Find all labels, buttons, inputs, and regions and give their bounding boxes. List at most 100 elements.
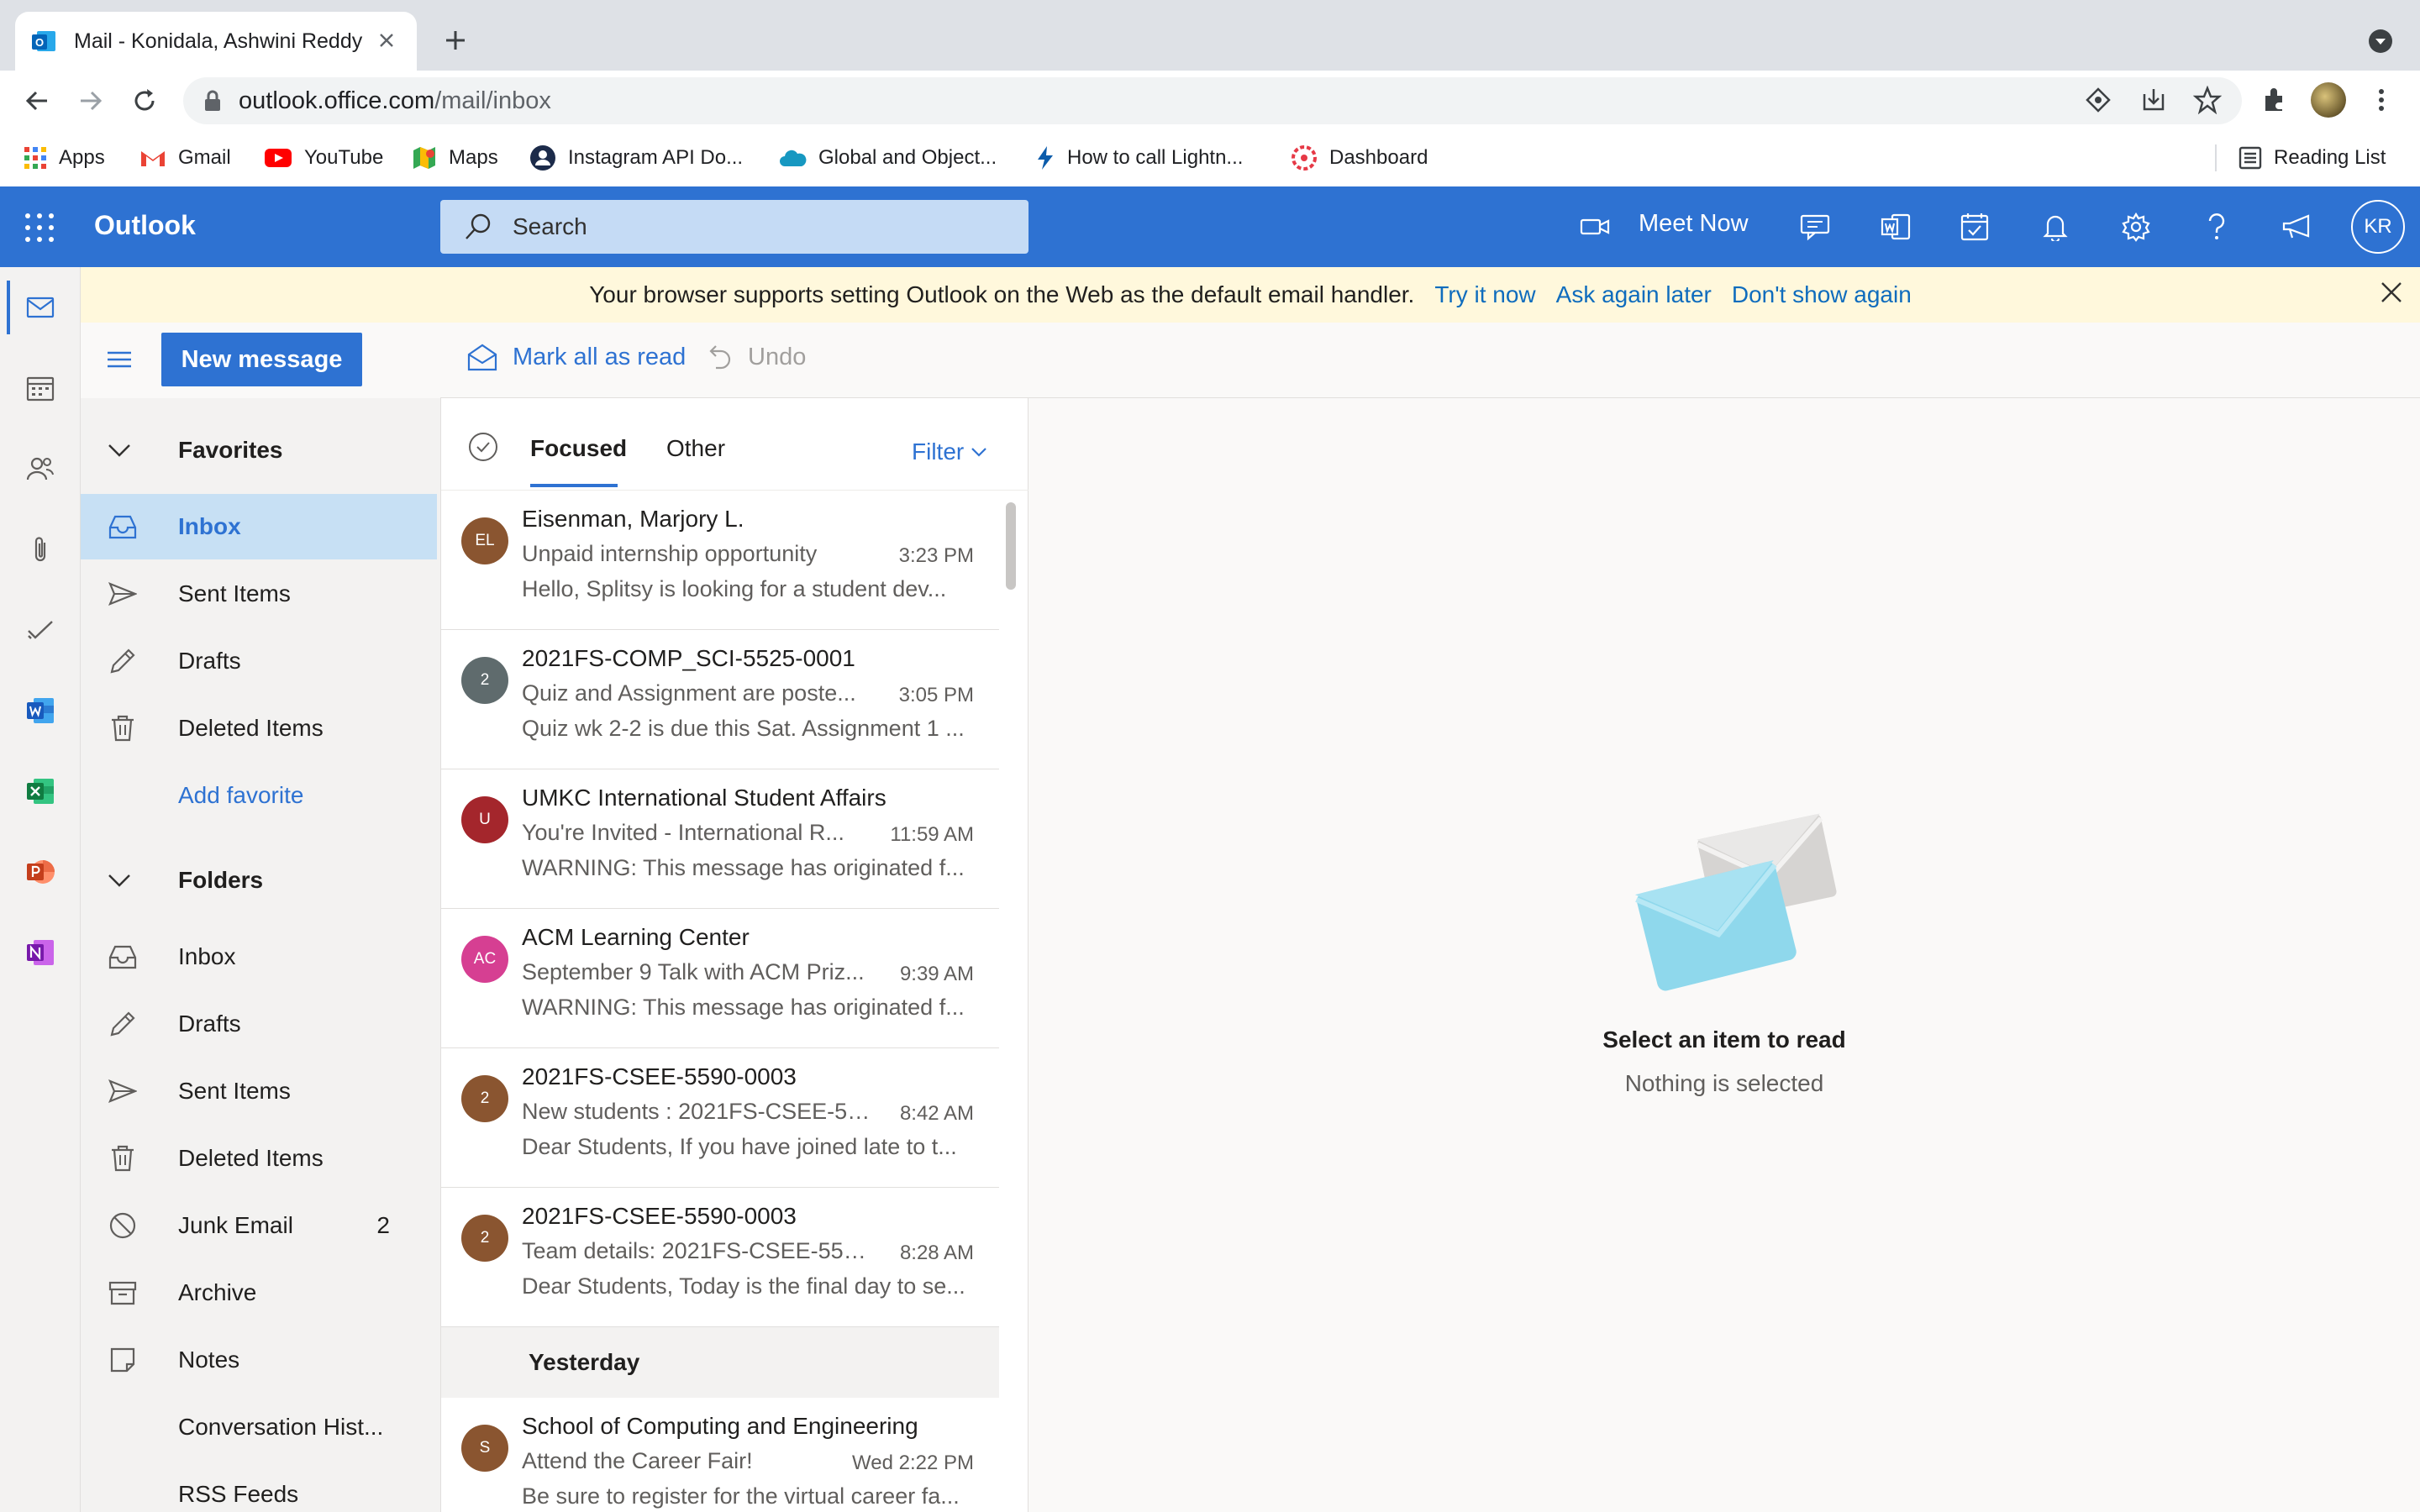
message-sender: UMKC International Student Affairs [522,785,886,811]
settings-gear-icon[interactable] [2116,207,2156,247]
help-icon[interactable] [2196,207,2237,247]
add-favorite-label: Add favorite [178,782,304,808]
folder-rss-feeds[interactable]: RSS Feeds [81,1462,437,1512]
bookmark-label: Apps [59,146,105,169]
folder-sent-items[interactable]: Sent Items [81,1058,437,1124]
favorite-sent-items[interactable]: Sent Items [81,561,437,627]
app-name[interactable]: Outlook [94,210,196,241]
list-item[interactable]: U UMKC International Student Affairs You… [441,769,999,909]
bookmark-maps[interactable]: Maps [412,141,498,175]
my-day-icon[interactable] [1954,207,1995,247]
folder-notes[interactable]: Notes [81,1327,437,1393]
envelope-open-icon [467,343,497,371]
browser-tab[interactable]: O Mail - Konidala, Ashwini Reddy [15,12,417,71]
files-paperclip-icon[interactable] [20,529,60,570]
folder-archive[interactable]: Archive [81,1260,437,1326]
bookmark-label: Global and Object... [818,146,997,169]
todo-check-icon[interactable] [20,610,60,650]
extensions-icon[interactable] [2260,86,2289,114]
favorites-heading[interactable]: Favorites [81,425,437,475]
teams-chat-icon[interactable] [1795,207,1835,247]
tab-other[interactable]: Other [666,435,725,462]
meet-now-icon[interactable] [1575,207,1615,247]
select-all-check-icon[interactable] [468,432,498,462]
tab-focused[interactable]: Focused [530,435,627,462]
bookmark-youtube[interactable]: YouTube [264,141,383,175]
reload-icon[interactable] [128,84,161,118]
list-item[interactable]: 2 2021FS-CSEE-5590-0003 Team details: 20… [441,1188,999,1327]
search-placeholder: Search [513,213,587,239]
folder-deleted-items[interactable]: Deleted Items [81,1126,437,1191]
folder-inbox[interactable]: Inbox [81,924,437,990]
inbox-pivots: Focused Other Filter [441,398,1029,491]
favorite-inbox[interactable]: Inbox [81,494,437,559]
install-icon[interactable] [2084,86,2112,114]
blocked-icon [106,1209,139,1242]
mark-all-read-button[interactable]: Mark all as read [467,343,686,371]
list-item[interactable]: 2 2021FS-COMP_SCI-5525-0001 Quiz and Ass… [441,630,999,769]
dashboard-icon [1291,144,1318,171]
list-item[interactable]: AC ACM Learning Center September 9 Talk … [441,909,999,1048]
powerpoint-app-icon[interactable] [20,852,60,892]
bookmark-global-object[interactable]: Global and Object... [778,141,997,175]
message-sender: Eisenman, Marjory L. [522,506,744,532]
dont-show-again-link[interactable]: Don't show again [1732,281,1912,308]
tab-close-icon[interactable] [375,29,398,52]
forward-icon[interactable] [74,84,108,118]
address-bar[interactable]: outlook.office.com/mail/inbox [183,77,2242,124]
folder-conversation-history[interactable]: Conversation Hist... [81,1394,437,1460]
collapse-nav-icon[interactable] [106,348,133,371]
reading-list-button[interactable]: Reading List [2238,141,2386,175]
profile-avatar[interactable] [2311,82,2346,118]
folders-heading[interactable]: Folders [81,855,437,906]
feedback-megaphone-icon[interactable] [2277,207,2317,247]
word-app-icon[interactable] [20,690,60,731]
add-favorite-link[interactable]: Add favorite [81,763,437,828]
new-tab-button[interactable] [439,24,472,57]
office-word-icon[interactable] [1876,207,1916,247]
new-message-button[interactable]: New message [161,333,362,386]
app-launcher-icon[interactable] [24,212,55,244]
bookmark-gmail[interactable]: Gmail [139,141,231,175]
favorite-deleted-items[interactable]: Deleted Items [81,696,437,761]
folder-junk-email[interactable]: Junk Email 2 [81,1193,437,1258]
bookmark-instagram-api[interactable]: Instagram API Do... [529,141,743,175]
list-item[interactable]: S School of Computing and Engineering At… [441,1398,999,1512]
banner-close-icon[interactable] [2378,279,2405,306]
bookmark-lightning[interactable]: How to call Lightn... [1035,141,1243,175]
try-it-now-link[interactable]: Try it now [1434,281,1535,308]
avatar: 2 [461,1215,508,1262]
list-item[interactable]: EL Eisenman, Marjory L. Unpaid internshi… [441,491,999,630]
filter-button[interactable]: Filter [912,438,987,465]
list-item[interactable]: 2 2021FS-CSEE-5590-0003 New students : 2… [441,1048,999,1188]
reading-list-icon [2238,146,2262,170]
folder-drafts[interactable]: Drafts [81,991,437,1057]
ask-again-later-link[interactable]: Ask again later [1556,281,1712,308]
calendar-icon[interactable] [20,368,60,408]
instagram-icon [529,144,556,171]
favorite-drafts[interactable]: Drafts [81,628,437,694]
avatar: U [461,796,508,843]
message-preview: Be sure to register for the virtual care… [522,1483,960,1509]
back-icon[interactable] [20,84,54,118]
meet-now-label[interactable]: Meet Now [1639,210,1749,238]
list-scrollbar[interactable] [1006,502,1016,590]
folder-label: Conversation Hist... [178,1414,384,1440]
bookmark-apps[interactable]: Apps [24,141,105,175]
download-icon[interactable] [2139,86,2168,114]
bookmark-star-icon[interactable] [2193,86,2222,114]
browser-menu-icon[interactable] [2375,86,2388,114]
inbox-icon [106,940,139,974]
search-input[interactable]: Search [440,200,1028,254]
onenote-app-icon[interactable] [20,932,60,973]
url-path: /mail/inbox [434,87,551,114]
unread-count: 2 [376,1212,390,1238]
people-icon[interactable] [20,449,60,489]
mail-icon[interactable] [20,287,60,328]
undo-button[interactable]: Undo [708,343,806,371]
excel-app-icon[interactable] [20,771,60,811]
account-avatar[interactable]: KR [2351,200,2405,254]
tab-search-icon[interactable] [2368,29,2393,54]
notifications-bell-icon[interactable] [2035,207,2075,247]
bookmark-dashboard[interactable]: Dashboard [1291,141,1428,175]
